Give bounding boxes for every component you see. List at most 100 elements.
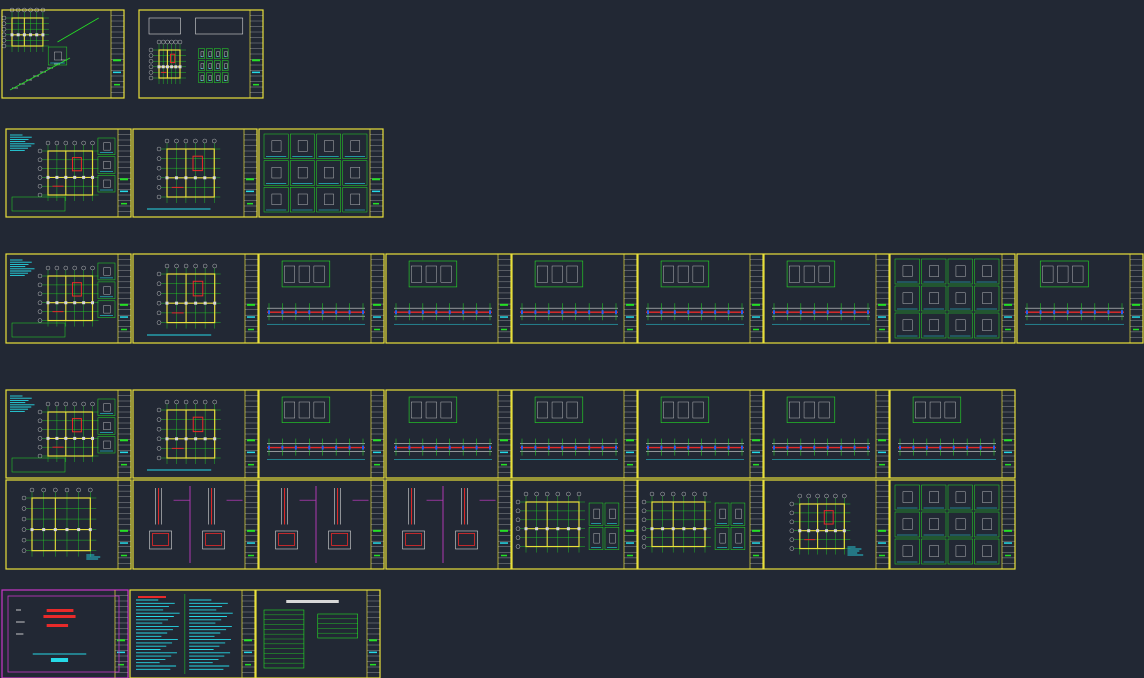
plan-outline [158, 49, 181, 79]
column-marker [825, 529, 829, 533]
tank-section [148, 17, 181, 35]
column-section-rebar [331, 533, 348, 546]
axis-bubble [156, 185, 162, 190]
beam-section [929, 401, 941, 419]
section-outline [271, 140, 282, 152]
column-marker [650, 527, 654, 531]
dimension-mark [268, 445, 270, 450]
title-block-mark [113, 59, 121, 62]
beam-section [284, 401, 296, 419]
column-marker [194, 301, 198, 305]
column-marker [165, 176, 169, 180]
title-block-mark [244, 651, 252, 654]
title-block-mark [252, 59, 260, 62]
axis-bubble [37, 148, 43, 154]
axis-bubble [37, 453, 43, 459]
axis-bubble [641, 517, 647, 523]
column-marker [161, 65, 165, 69]
detail-box [921, 538, 947, 565]
axis-bubble [806, 493, 811, 499]
axis-bubble [164, 263, 170, 269]
dimension-mark [741, 445, 743, 450]
dimension-mark [773, 310, 775, 315]
axis-bubble [90, 140, 95, 146]
title-block-mark [1004, 451, 1012, 454]
title-block-mark [248, 554, 254, 557]
dimension-mark [321, 310, 324, 315]
dimension-mark [294, 310, 297, 315]
drawing-sheets-canvas[interactable] [0, 0, 1144, 678]
title-block-mark [752, 542, 760, 544]
dimension-mark [335, 310, 338, 315]
axis-bubble [37, 192, 43, 198]
column-marker [46, 301, 50, 305]
dimension-mark [714, 445, 717, 450]
axis-bubble [177, 39, 183, 45]
dimension-mark [1066, 310, 1069, 315]
title-block-mark [753, 463, 759, 466]
column-marker [184, 301, 188, 305]
axis-bubble [202, 138, 208, 144]
section-outline [103, 305, 111, 314]
drawing-sheet-plan [132, 389, 259, 479]
drawing-sheet-column-details [132, 479, 259, 570]
axis-bubble [156, 194, 162, 200]
axis-bubble [63, 265, 69, 271]
drawing-sheet-beam-elevation [511, 253, 638, 344]
dimension-mark [321, 445, 324, 450]
section-outline [324, 193, 334, 205]
axis-bubble [641, 499, 647, 505]
section-outline [208, 63, 212, 69]
column-marker [203, 176, 207, 180]
axis-bubble [156, 310, 162, 316]
dimension-mark [534, 445, 537, 450]
beam-section [566, 265, 578, 283]
column-marker [671, 527, 675, 531]
section-outline [735, 533, 742, 544]
column-marker [35, 33, 39, 37]
dimension-mark [561, 310, 564, 315]
section-outline [982, 545, 992, 557]
cad-model-space[interactable] [0, 0, 1144, 678]
dimension-mark [489, 310, 491, 315]
title-block-mark [1132, 316, 1140, 318]
title-block-mark [373, 316, 381, 318]
plan-outline [799, 503, 845, 550]
dimension-mark [687, 310, 690, 315]
title-block-mark [121, 463, 127, 466]
detail-box [730, 527, 746, 550]
dimension-mark [1026, 310, 1028, 315]
axis-bubble [174, 138, 179, 144]
detail-box [894, 258, 920, 285]
section-outline [902, 545, 913, 557]
column-marker [535, 527, 539, 531]
axis-bubble [641, 535, 647, 540]
axis-bubble [37, 436, 43, 441]
sheet-frame [385, 389, 512, 479]
title-block-mark [878, 451, 886, 454]
title-block-mark [120, 178, 128, 181]
column-marker [545, 527, 549, 531]
column-marker [22, 33, 26, 37]
column-marker [212, 176, 216, 180]
dimension-mark [993, 445, 995, 450]
detail-box [97, 436, 116, 454]
cover-title-bar [46, 609, 74, 612]
sheet-frame [5, 253, 132, 344]
section-outline [208, 75, 212, 81]
drawing-sheet-beam-elevation [511, 389, 638, 479]
plan-outline [166, 273, 216, 324]
title-block-mark [1004, 303, 1012, 306]
sheet-frame [132, 479, 259, 570]
section-outline [200, 75, 204, 81]
section-outline [103, 440, 111, 449]
title-block-mark [753, 328, 759, 331]
title-block-mark [121, 328, 127, 331]
title-block-mark [372, 190, 380, 193]
axis-bubble [789, 510, 794, 516]
drawing-sheet-tank-details [138, 9, 264, 99]
detail-box [894, 312, 920, 339]
axis-bubble [156, 271, 162, 277]
title-block-mark [500, 439, 508, 442]
drawing-sheet-column-details [385, 479, 512, 570]
